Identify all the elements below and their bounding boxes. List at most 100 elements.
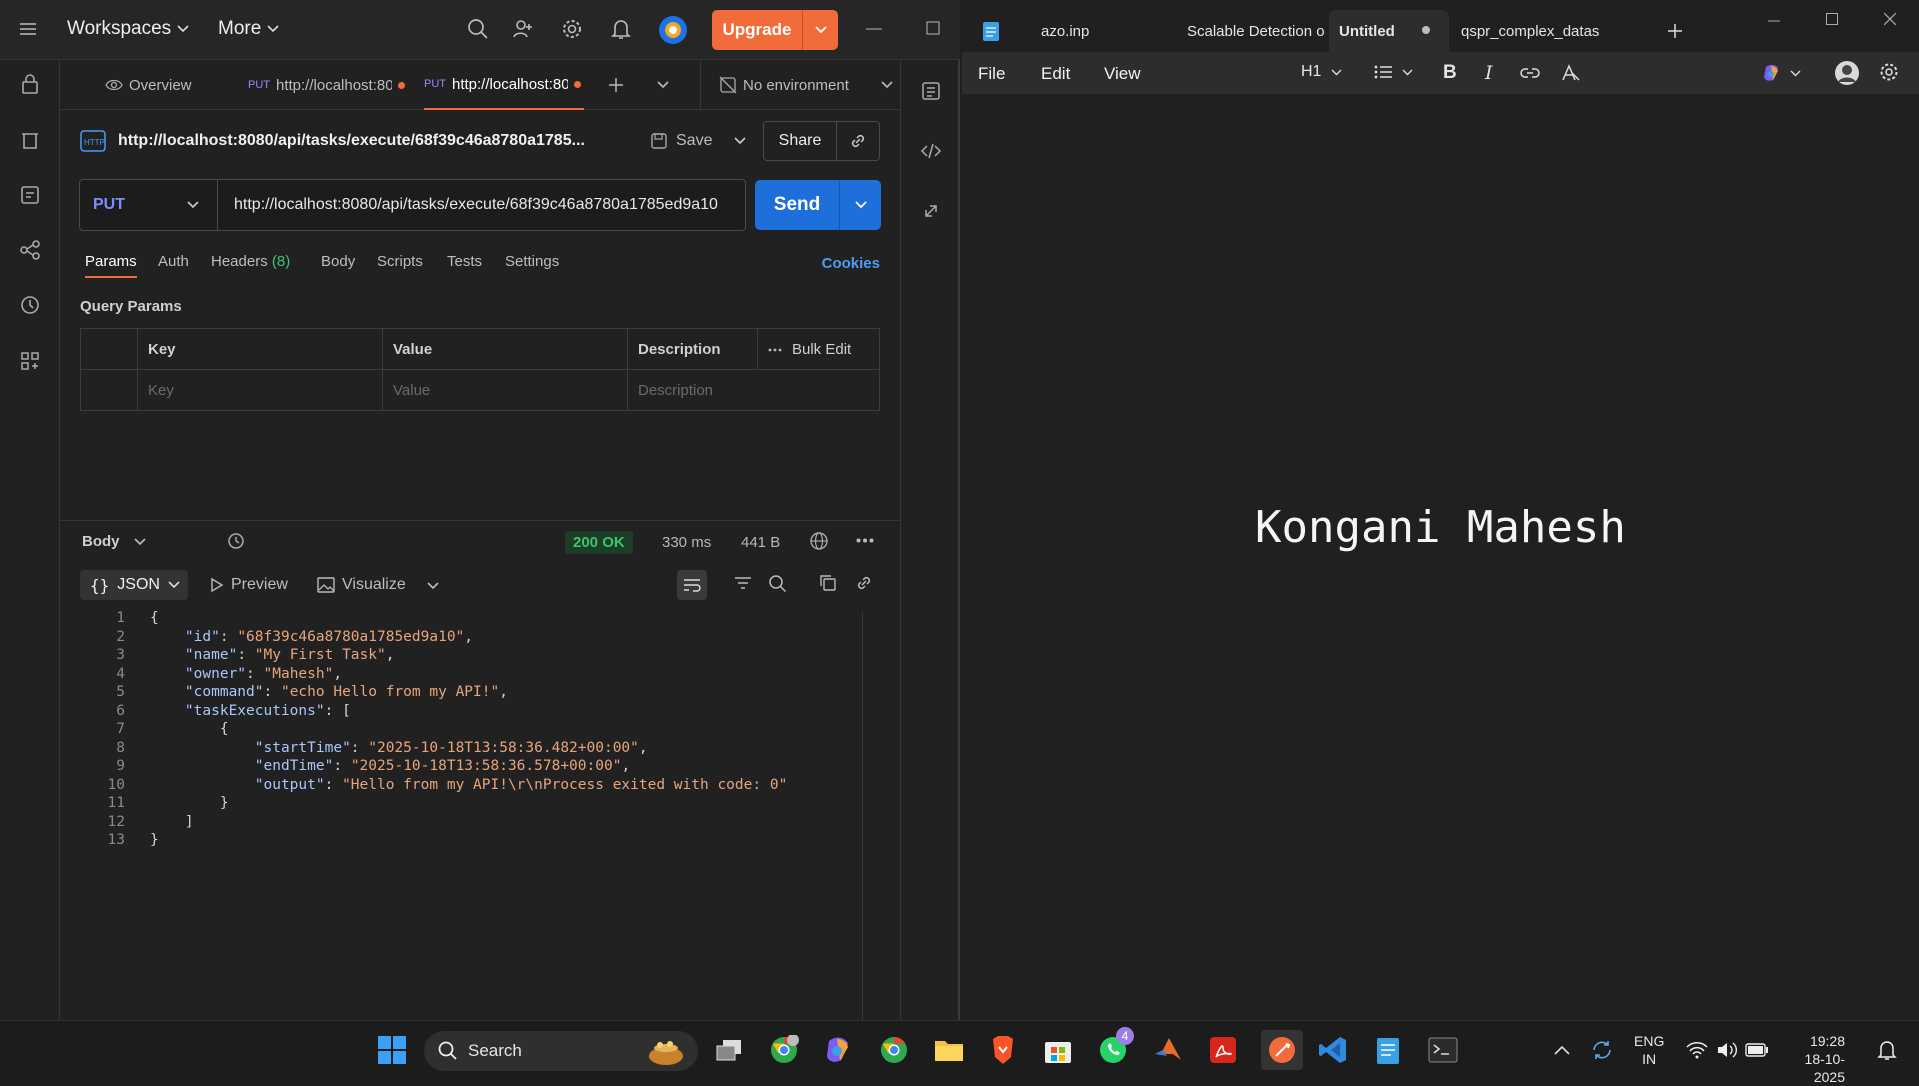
clear-formatting-icon[interactable] (1561, 64, 1581, 82)
avatar[interactable] (1834, 60, 1860, 86)
collections-lock-icon[interactable] (19, 73, 41, 95)
microsoft-store-icon[interactable] (1041, 1033, 1075, 1067)
notepad-tab-qspr[interactable]: qspr_complex_datas (1458, 10, 1601, 52)
tab-params[interactable]: Params (85, 253, 137, 278)
language-indicator[interactable]: ENG IN (1634, 1032, 1664, 1068)
chevron-down-icon[interactable] (427, 582, 439, 590)
tab-overview[interactable]: Overview (105, 60, 245, 110)
response-body-selector[interactable]: Body (82, 533, 146, 550)
notepad-editor[interactable]: Kongani Mahesh (962, 94, 1919, 1020)
format-json-select[interactable]: {} JSON (80, 570, 188, 600)
chevron-down-icon[interactable] (839, 180, 881, 230)
copilot-button[interactable] (1762, 63, 1801, 83)
save-button[interactable]: Save (650, 121, 747, 161)
upgrade-button[interactable]: Upgrade (712, 10, 838, 50)
visualize-button[interactable]: Visualize (317, 576, 406, 594)
menu-file[interactable]: File (978, 64, 1005, 84)
chrome-profile-icon[interactable] (767, 1033, 801, 1067)
avatar[interactable] (658, 15, 688, 45)
unsaved-dot-icon[interactable] (1422, 26, 1430, 34)
chrome-icon[interactable] (877, 1033, 911, 1067)
menu-edit[interactable]: Edit (1041, 64, 1070, 84)
invite-user-icon[interactable] (512, 18, 534, 40)
close-icon[interactable] (1884, 13, 1896, 25)
related-icon[interactable] (920, 200, 942, 222)
matlab-icon[interactable] (1151, 1033, 1185, 1067)
flows-icon[interactable] (19, 239, 41, 261)
link-icon[interactable] (1520, 65, 1540, 81)
network-globe-icon[interactable] (809, 531, 829, 551)
wifi-icon[interactable] (1680, 1033, 1714, 1067)
documentation-icon[interactable] (920, 80, 942, 102)
tab-settings[interactable]: Settings (505, 253, 559, 270)
file-explorer-icon[interactable] (932, 1033, 966, 1067)
notepad-tab-scalable[interactable]: Scalable Detection o (1187, 10, 1327, 52)
filter-icon[interactable] (734, 576, 752, 590)
whatsapp-icon[interactable]: 4 (1096, 1027, 1134, 1067)
new-tab-plus-icon[interactable] (608, 60, 624, 110)
request-title[interactable]: http://localhost:8080/api/tasks/execute/… (118, 132, 585, 150)
tab-body[interactable]: Body (321, 253, 355, 270)
hamburger-menu-icon[interactable] (18, 20, 38, 38)
search-icon[interactable] (467, 18, 489, 40)
response-json-viewer[interactable]: 1 {2 "id": "68f39c46a8780a1785ed9a10", 3 "… (60, 610, 865, 1010)
description-input[interactable]: Description (627, 370, 879, 411)
sync-icon[interactable] (1585, 1033, 1619, 1067)
task-view-icon[interactable] (712, 1033, 746, 1067)
response-size[interactable]: 441 B (741, 534, 780, 551)
brave-browser-icon[interactable] (986, 1033, 1020, 1067)
notepad-tab-untitled[interactable]: Untitled (1329, 10, 1449, 52)
tab-headers[interactable]: Headers (8) (211, 253, 290, 270)
tab-tests[interactable]: Tests (447, 253, 482, 270)
code-snippet-icon[interactable] (920, 140, 942, 162)
send-button[interactable]: Send (755, 180, 881, 230)
bold-icon[interactable]: B (1443, 62, 1457, 84)
response-history-icon[interactable] (226, 531, 246, 551)
history-icon[interactable] (19, 294, 41, 316)
notepad-tab-azo[interactable]: azo.inp (1030, 10, 1180, 52)
more-options-icon[interactable] (856, 538, 874, 543)
vscode-icon[interactable] (1316, 1033, 1350, 1067)
more-menu[interactable]: More (218, 18, 279, 40)
link-icon[interactable] (855, 574, 873, 592)
preview-button[interactable]: Preview (210, 576, 288, 594)
windows-start-icon[interactable] (375, 1033, 409, 1067)
trash-icon[interactable] (19, 129, 41, 151)
list-select[interactable] (1374, 65, 1413, 79)
tab-scripts[interactable]: Scripts (377, 253, 423, 270)
value-input[interactable]: Value (382, 370, 627, 411)
minimize-icon[interactable] (1768, 20, 1780, 22)
notifications-bell-icon[interactable] (1870, 1033, 1904, 1067)
chevron-down-icon[interactable] (802, 10, 838, 50)
status-badge[interactable]: 200 OK (565, 531, 633, 554)
copilot-icon[interactable] (822, 1033, 856, 1067)
show-hidden-icons-chevron-icon[interactable] (1545, 1033, 1579, 1067)
menu-view[interactable]: View (1104, 64, 1141, 84)
chevron-down-icon[interactable] (734, 137, 747, 145)
new-tab-plus-icon[interactable] (1668, 24, 1682, 38)
copy-icon[interactable] (819, 574, 837, 592)
environment-selector[interactable]: No environment (700, 60, 900, 110)
heading-select[interactable]: H1 (1301, 63, 1342, 81)
battery-icon[interactable] (1740, 1033, 1774, 1067)
bulk-edit-button[interactable]: Bulk Edit (757, 329, 879, 370)
settings-gear-icon[interactable] (1879, 62, 1899, 82)
code-scrollbar[interactable] (862, 612, 863, 1020)
cookies-link[interactable]: Cookies (822, 255, 880, 272)
adobe-acrobat-icon[interactable] (1206, 1033, 1240, 1067)
key-input[interactable]: Key (137, 370, 382, 411)
tab-request-2-active[interactable]: PUT http://localhost:8080/api/tasks/exec… (424, 60, 584, 110)
share-button[interactable]: Share (763, 121, 880, 161)
clock[interactable]: 19:28 18-10-2025 (1787, 1032, 1845, 1086)
tabs-dropdown-chevron-icon[interactable] (657, 60, 669, 110)
method-select[interactable]: PUT (80, 180, 218, 230)
minimize-icon[interactable] (866, 28, 882, 30)
taskbar-search-box[interactable]: Search (424, 1031, 698, 1071)
environments-icon[interactable] (19, 184, 41, 206)
copy-link-icon[interactable] (836, 122, 879, 160)
document-text[interactable]: Kongani Mahesh (1255, 502, 1626, 553)
apps-grid-icon[interactable] (19, 350, 41, 372)
url-input[interactable]: http://localhost:8080/api/tasks/execute/… (218, 196, 738, 214)
postman-icon[interactable] (1261, 1030, 1303, 1070)
response-time[interactable]: 330 ms (662, 534, 711, 551)
